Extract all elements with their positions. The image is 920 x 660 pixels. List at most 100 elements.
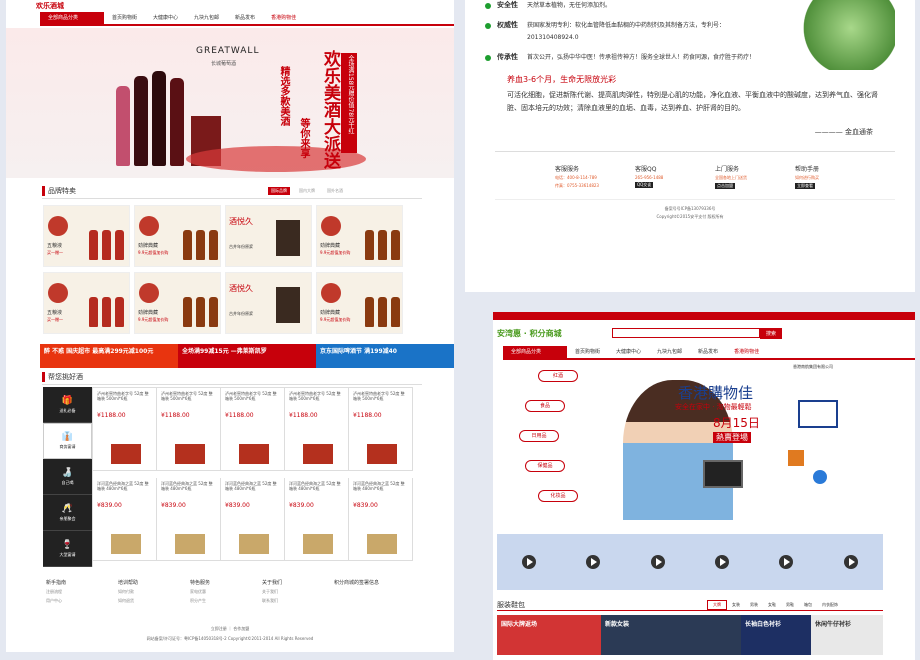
nav-new[interactable]: 新品发布 [227,12,263,24]
product-card[interactable]: 洋河蓝色经典海之蓝 52度 整箱装 480ml*6瓶 ¥839.00 [221,477,285,561]
brand-tile[interactable]: 酒悦久 古井年份原浆 [225,205,312,267]
nav-hk[interactable]: 香港购物佳 [263,12,304,24]
clothing-tab[interactable]: 大牌 [707,600,727,610]
promo-banner[interactable]: 醉 不惑 国庆超市 最高满299元减100元 [40,344,178,368]
brand-tile[interactable]: 劲牌典藏 9.9元超值加价购 [134,205,221,267]
bottle-icon: 🍶 [61,467,74,478]
product-name: 洋河蓝色经典海之蓝 52度 整箱装 480ml*6瓶 [353,480,405,491]
brand-tile[interactable]: 劲牌典藏 9.9元超值加价购 [134,272,221,334]
view-button[interactable]: 立即查看 [795,183,815,189]
brand-tile[interactable]: 劲牌典藏 9.9元超值加价购 [316,205,403,267]
product-card[interactable]: 洋河蓝色经典海之蓝 52度 整箱装 480ml*6瓶 ¥839.00 [93,477,157,561]
tea-product-page: 安全性 天然草本植物，无任何添加剂。 权威性 获国家发明专利：软化血管降低血黏稠的中… [465,0,915,292]
play-icon[interactable] [586,555,601,569]
nav-hk[interactable]: 香港购物佳 [726,346,767,358]
footer-link[interactable]: 家电优惠 [190,589,262,595]
brand-tile[interactable]: 五粮液 买一赠一 [43,272,130,334]
play-icon[interactable] [650,555,665,569]
nav-home[interactable]: 首页购物街 [104,12,145,24]
goblet-icon: 🍷 [61,539,74,550]
brand-tile[interactable]: 劲牌典藏 9.9元超值加价购 [316,272,403,334]
nav-nine[interactable]: 九块九包邮 [186,12,227,24]
bottle-image [196,297,205,327]
search-button[interactable]: 搜索 [760,327,783,339]
product-card[interactable]: 洋河蓝色经典海之蓝 52度 整箱装 480ml*6瓶 ¥839.00 [349,477,413,561]
product-card[interactable]: 泸州老窖特曲老字号 52度 整箱装 500ml*6瓶 ¥1188.00 [157,388,221,471]
brand-tile[interactable]: 酒悦久 古井年份原浆 [225,272,312,334]
product-card[interactable]: 泸州老窖特曲老字号 52度 整箱装 500ml*6瓶 ¥1188.00 [93,388,157,471]
nav-home[interactable]: 首页购物街 [567,346,608,358]
category-self[interactable]: 🍶 自己喝 [43,459,92,495]
clothing-tab[interactable]: 男鞋 [781,601,799,609]
mall-logo[interactable]: 安湾惠 · 积分商城 [497,328,612,339]
all-categories-button[interactable]: 全部商品分类 [503,346,567,358]
category-gift[interactable]: 🎁 送礼必备 [43,387,92,423]
category-bubble[interactable]: 日用品 [519,430,559,442]
service-line: 电话：400-8-114-789 [555,175,597,180]
nav-health[interactable]: 大健康中心 [145,12,186,24]
store-logo[interactable]: 欢乐酒城 [36,1,64,11]
product-price: ¥1188.00 [97,412,126,419]
play-icon[interactable] [522,555,537,569]
qq-chat-button[interactable]: QQ交谈 [635,182,654,188]
product-card[interactable]: 泸州老窖特曲老字号 52度 整箱装 500ml*6瓶 ¥1188.00 [349,388,413,471]
footer-link[interactable]: 联系我们 [262,598,334,604]
feature-key: 传承性 [497,53,518,61]
clothing-tile[interactable]: 休闲牛仔衬衫 [811,615,883,655]
promo-banner[interactable]: 京东国际啤酒节 满199减40 [316,344,454,368]
service-item: 帮助手册 如何进行购买 立即查看 [795,164,875,189]
category-bubble[interactable]: 保健品 [525,460,565,472]
category-banquet[interactable]: 🍷 大型宴请 [43,531,92,567]
jinpai-logo-icon [321,283,341,303]
footer-link[interactable]: 积分产生 [190,598,262,604]
category-list: 🎁 送礼必备 👔 商务宴请 🍶 自己喝 🥂 亲朋聚会 🍷 大型宴请 [43,387,92,567]
brand-tab[interactable]: 国内大牌 [296,187,318,195]
hero-banner[interactable]: GREATWALL 长城葡萄酒 精选多款美酒 等你来享 欢乐美酒大派送 全场满1… [6,28,454,178]
category-bubble[interactable]: 化妆品 [538,490,578,502]
all-categories-button[interactable]: 全部商品分类 [40,12,104,24]
footer-link[interactable]: 关于我们 [262,589,334,595]
product-card[interactable]: 洋河蓝色经典海之蓝 52度 整箱装 480ml*6瓶 ¥839.00 [157,477,221,561]
join-button[interactable]: 点击加盟 [715,183,735,189]
play-icon[interactable] [715,555,730,569]
clothing-tab[interactable]: 男装 [745,601,763,609]
product-image [111,533,141,554]
tablet-image [703,460,743,488]
product-card[interactable]: 泸州老窖特曲老字号 52度 整箱装 500ml*6瓶 ¥1188.00 [221,388,285,471]
footer-link[interactable]: 如何退货 [118,598,190,604]
clothing-tile[interactable]: 新款女装 [601,615,741,655]
play-icon[interactable] [843,555,858,569]
brand-tile[interactable]: 五粮液 买一赠一 [43,205,130,267]
product-card[interactable]: 泸州老窖特曲老字号 52度 整箱装 500ml*6瓶 ¥1188.00 [285,388,349,471]
bullet-icon [485,55,491,61]
category-business[interactable]: 👔 商务宴请 [43,423,92,459]
video-strip[interactable] [497,534,883,590]
footer-link[interactable]: 如何付款 [118,589,190,595]
service-line: 全国各地上门送货 [715,175,747,180]
clothing-tile[interactable]: 国际大牌返场 [497,615,601,655]
bottle-image [365,230,374,260]
clothing-tile[interactable]: 长袖白色衬衫 [741,615,811,655]
clothing-tab[interactable]: 女装 [727,601,745,609]
brand-tab[interactable]: 国际品牌 [268,187,290,195]
copyright: Copyright©2015安平支付 版权所有 [656,214,724,219]
category-bubble[interactable]: 食品 [525,400,565,412]
category-party[interactable]: 🥂 亲朋聚会 [43,495,92,531]
clothing-tab[interactable]: 女鞋 [763,601,781,609]
footer-links-line[interactable]: 立即注册 ｜ 合作加盟 [6,626,454,632]
category-bubble[interactable]: 红酒 [538,370,578,382]
bottle-image [170,78,184,166]
nav-health[interactable]: 大健康中心 [608,346,649,358]
product-card[interactable]: 洋河蓝色经典海之蓝 52度 整箱装 480ml*6瓶 ¥839.00 [285,477,349,561]
footer-link[interactable]: 用户中心 [46,598,118,604]
play-icon[interactable] [779,555,794,569]
nav-new[interactable]: 新品发布 [690,346,726,358]
nav-nine[interactable]: 九块九包邮 [649,346,690,358]
promo-banner[interactable]: 全场满99减15元 —弗莱斯凯罗 [178,344,316,368]
footer-link[interactable]: 注册流程 [46,589,118,595]
search-input[interactable] [612,328,760,338]
service-item: 客服QQ 265-956-1488 QQ交谈 [635,164,715,189]
brand-tab[interactable]: 国外名酒 [324,187,346,195]
clothing-tab[interactable]: 内衣配饰 [817,601,843,609]
clothing-tab[interactable]: 箱包 [799,601,817,609]
